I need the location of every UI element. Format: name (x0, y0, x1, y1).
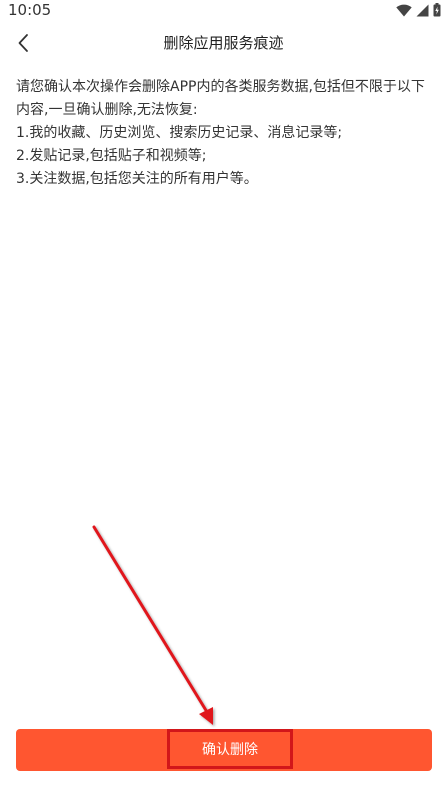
notice-item: 2.发贴记录,包括贴子和视频等; (16, 148, 207, 164)
confirm-delete-label: 确认删除 (167, 729, 293, 769)
battery-charging-icon (433, 3, 441, 17)
status-icons (396, 2, 441, 18)
page-title: 删除应用服务痕迹 (163, 34, 284, 52)
confirm-delete-button[interactable]: 确认删除 (16, 729, 432, 771)
notice-intro: 请您确认本次操作会删除APP内的各类服务数据,包括但不限于以下内容,一旦确认删除… (16, 79, 425, 118)
notice-item: 1.我的收藏、历史浏览、搜索历史记录、消息记录等; (16, 125, 343, 141)
status-bar: 10:05 (0, 0, 447, 22)
signal-icon (416, 4, 429, 16)
nav-bar: 删除应用服务痕迹 (0, 22, 447, 64)
chevron-left-icon (18, 34, 28, 52)
wifi-icon (396, 4, 412, 16)
back-button[interactable] (8, 26, 38, 60)
notice-item: 3.关注数据,包括您关注的所有用户等。 (16, 171, 258, 187)
status-time: 10:05 (8, 1, 52, 19)
notice-content: 请您确认本次操作会删除APP内的各类服务数据,包括但不限于以下内容,一旦确认删除… (16, 76, 434, 191)
